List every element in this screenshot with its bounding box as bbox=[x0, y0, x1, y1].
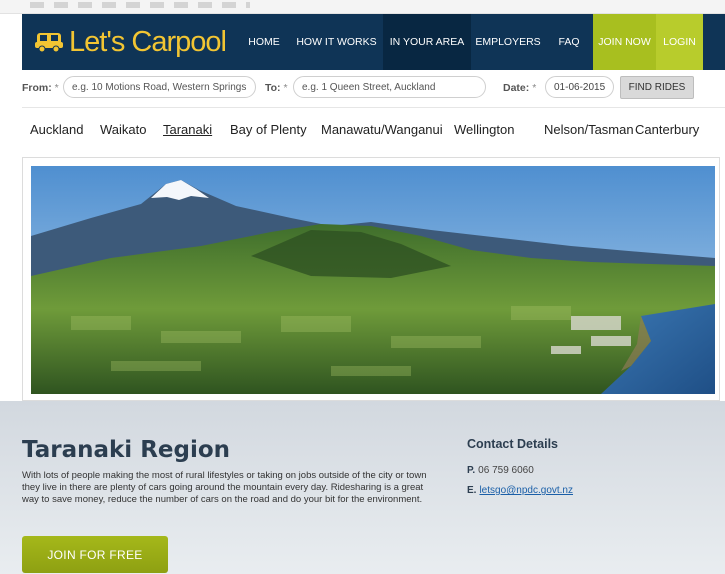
nav-how-it-works[interactable]: HOW IT WORKS bbox=[290, 14, 383, 70]
browser-top-strip bbox=[0, 0, 725, 14]
region-info-section: Taranaki Region With lots of people maki… bbox=[0, 401, 725, 574]
contact-email: E. letsgo@npdc.govt.nz bbox=[467, 485, 573, 496]
to-input[interactable]: e.g. 1 Queen Street, Auckland bbox=[293, 76, 486, 98]
logo-text: Let's Carpool bbox=[69, 25, 227, 58]
car-icon bbox=[34, 30, 64, 54]
to-label: To: * bbox=[265, 82, 288, 94]
region-tab-canterbury[interactable]: Canterbury bbox=[635, 122, 699, 137]
hero-image-frame bbox=[22, 157, 720, 401]
region-tab-waikato[interactable]: Waikato bbox=[100, 122, 146, 137]
contact-phone: P. 06 759 6060 bbox=[467, 465, 534, 476]
ride-search-bar: From: * e.g. 10 Motions Road, Western Sp… bbox=[0, 70, 725, 106]
logo[interactable]: Let's Carpool bbox=[34, 25, 227, 58]
site-header: Let's Carpool HOME HOW IT WORKS IN YOUR … bbox=[22, 14, 725, 70]
nav-faq[interactable]: FAQ bbox=[545, 14, 593, 70]
region-tab-bay-of-plenty[interactable]: Bay of Plenty bbox=[230, 122, 307, 137]
from-label: From: * bbox=[22, 82, 59, 94]
nav-in-your-area[interactable]: IN YOUR AREA bbox=[383, 14, 471, 70]
main-nav: HOME HOW IT WORKS IN YOUR AREA EMPLOYERS… bbox=[238, 14, 703, 70]
nav-login[interactable]: LOGIN bbox=[656, 14, 703, 70]
nav-home[interactable]: HOME bbox=[238, 14, 290, 70]
top-strip-fragments bbox=[30, 2, 250, 8]
join-for-free-button[interactable]: JOIN FOR FREE bbox=[22, 536, 168, 573]
region-tab-nelson-tasman[interactable]: Nelson/Tasman bbox=[544, 122, 634, 137]
nav-join-now[interactable]: JOIN NOW bbox=[593, 14, 656, 70]
date-label: Date: * bbox=[503, 82, 537, 94]
region-tab-manawatu-wanganui[interactable]: Manawatu/Wanganui bbox=[321, 122, 443, 137]
contact-title: Contact Details bbox=[467, 437, 558, 451]
region-tabs: Auckland Waikato Taranaki Bay of Plenty … bbox=[22, 107, 725, 151]
page-title: Taranaki Region bbox=[22, 437, 231, 463]
contact-email-link[interactable]: letsgo@npdc.govt.nz bbox=[479, 485, 573, 496]
region-tab-wellington[interactable]: Wellington bbox=[454, 122, 514, 137]
region-description: With lots of people making the most of r… bbox=[22, 470, 427, 505]
region-tab-auckland[interactable]: Auckland bbox=[30, 122, 83, 137]
region-tab-taranaki[interactable]: Taranaki bbox=[163, 122, 212, 137]
taranaki-landscape-image bbox=[31, 166, 715, 394]
from-input[interactable]: e.g. 10 Motions Road, Western Springs bbox=[63, 76, 256, 98]
date-input[interactable]: 01-06-2015 bbox=[545, 76, 614, 98]
find-rides-button[interactable]: FIND RIDES bbox=[620, 76, 694, 99]
nav-employers[interactable]: EMPLOYERS bbox=[471, 14, 545, 70]
